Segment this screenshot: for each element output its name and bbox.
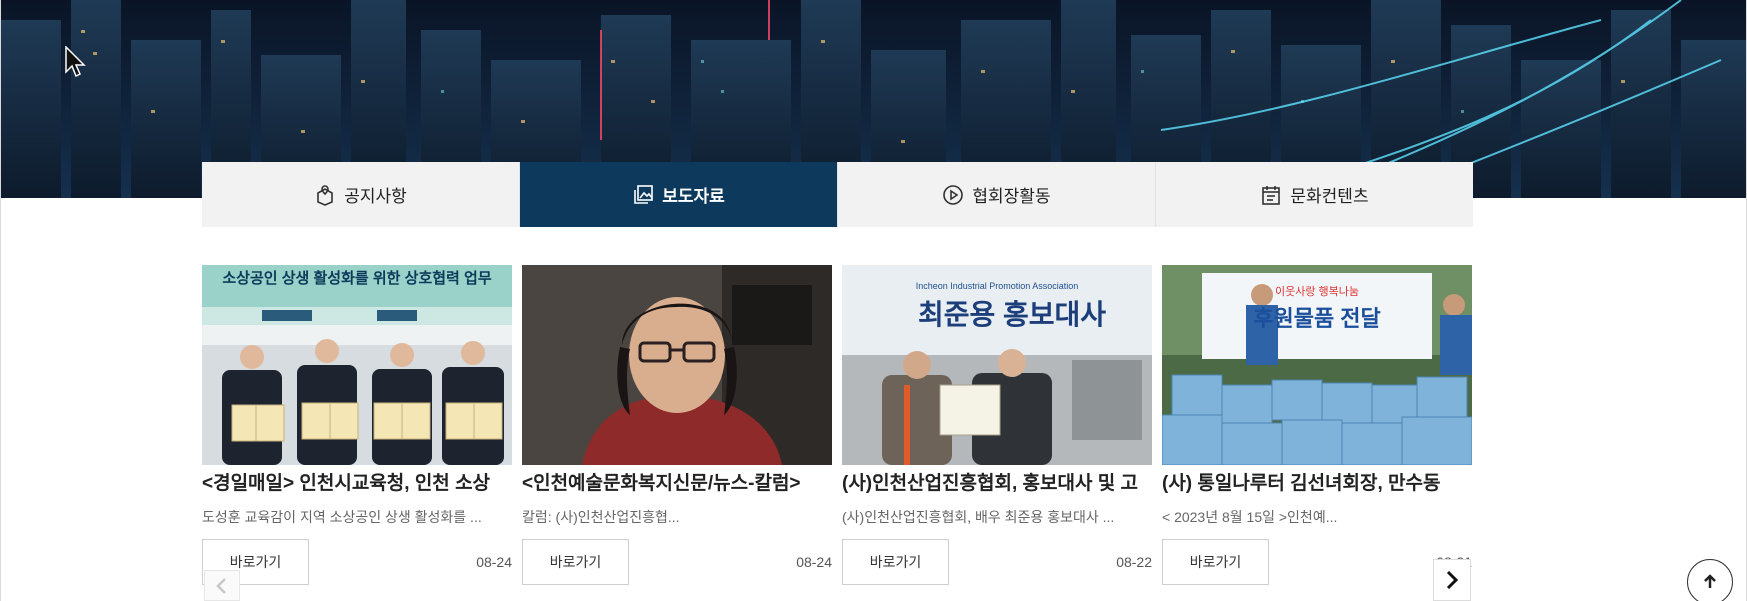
card-title[interactable]: <경일매일> 인천시교육청, 인천 소상 xyxy=(202,471,512,497)
gallery-icon xyxy=(632,184,654,206)
card-title[interactable]: (사) 통일나루터 김선녀회장, 만수동 xyxy=(1162,471,1472,497)
tab-culture-label: 문화컨텐츠 xyxy=(1290,187,1369,206)
slider-prev-button[interactable] xyxy=(204,570,240,601)
category-tabs: 공지사항 보도자료 협회장활동 문화컨텐츠 xyxy=(202,162,1473,227)
go-to-button[interactable]: 바로가기 xyxy=(1162,539,1269,585)
tab-notice[interactable]: 공지사항 xyxy=(202,162,520,227)
thumbnail-subtitle: 이웃사랑 행복나눔 xyxy=(1274,286,1359,298)
card-thumbnail[interactable]: Incheon Industrial Promotion Association… xyxy=(842,265,1152,465)
card-date: 08-24 xyxy=(796,554,832,570)
card-date: 08-24 xyxy=(476,554,512,570)
tab-activities[interactable]: 협회장활동 xyxy=(838,162,1156,227)
thumbnail-banner-text: 후원물품 전달 xyxy=(1253,306,1381,331)
card-description: (사)인천산업진흥협회, 배우 최준용 홍보대사 ... xyxy=(842,509,1115,525)
play-circle-icon xyxy=(942,184,964,206)
calendar-icon xyxy=(1260,184,1282,206)
slider-next-button[interactable] xyxy=(1433,559,1471,601)
chevron-left-icon xyxy=(216,577,226,594)
card-thumbnail[interactable]: 이웃사랑 행복나눔 후원물품 전달 xyxy=(1162,265,1472,465)
box-location-icon xyxy=(314,184,336,206)
card-description: 도성훈 교육감이 지역 소상공인 상생 활성화를 ... xyxy=(202,509,482,525)
page: 공지사항 보도자료 협회장활동 문화컨텐츠 소상공인 상생 활성화를 위한 상호… xyxy=(0,0,1747,601)
go-to-button[interactable]: 바로가기 xyxy=(842,539,949,585)
card-title[interactable]: <인천예술문화복지신문/뉴스-칼럼> xyxy=(522,471,832,497)
arrow-up-icon xyxy=(1704,574,1716,588)
press-card[interactable]: Incheon Industrial Promotion Association… xyxy=(842,265,1152,601)
tab-culture[interactable]: 문화컨텐츠 xyxy=(1156,162,1473,227)
tab-press[interactable]: 보도자료 xyxy=(520,162,838,227)
card-thumbnail[interactable] xyxy=(522,265,832,465)
tab-activities-label: 협회장활동 xyxy=(972,187,1051,206)
card-description: 칼럼: (사)인천산업진흥협... xyxy=(522,509,680,525)
thumbnail-banner-text: 소상공인 상생 활성화를 위한 상호협력 업무 xyxy=(222,270,492,287)
press-card[interactable]: <인천예술문화복지신문/뉴스-칼럼> 칼럼: (사)인천산업진흥협... 바로가… xyxy=(522,265,832,601)
card-description: < 2023년 8월 15일 >인천예... xyxy=(1162,509,1338,525)
tab-notice-label: 공지사항 xyxy=(344,187,407,206)
press-card-list: 소상공인 상생 활성화를 위한 상호협력 업무 <경일매일> 인천시교육청, 인… xyxy=(202,265,1473,601)
press-card[interactable]: 이웃사랑 행복나눔 후원물품 전달 (사) 통일나루터 김선녀회장, 만수동 <… xyxy=(1162,265,1472,601)
scroll-to-top-button[interactable] xyxy=(1687,559,1733,601)
thumbnail-banner-text: 최준용 홍보대사 xyxy=(917,299,1107,330)
card-date: 08-22 xyxy=(1116,554,1152,570)
thumbnail-subtitle: Incheon Industrial Promotion Association xyxy=(915,281,1079,291)
mouse-cursor-icon xyxy=(65,46,86,78)
go-to-button[interactable]: 바로가기 xyxy=(522,539,629,585)
card-thumbnail[interactable]: 소상공인 상생 활성화를 위한 상호협력 업무 xyxy=(202,265,512,465)
press-card[interactable]: 소상공인 상생 활성화를 위한 상호협력 업무 <경일매일> 인천시교육청, 인… xyxy=(202,265,512,601)
tab-press-label: 보도자료 xyxy=(662,187,725,206)
chevron-right-icon xyxy=(1446,570,1459,590)
card-title[interactable]: (사)인천산업진흥협회, 홍보대사 및 고 xyxy=(842,471,1152,497)
